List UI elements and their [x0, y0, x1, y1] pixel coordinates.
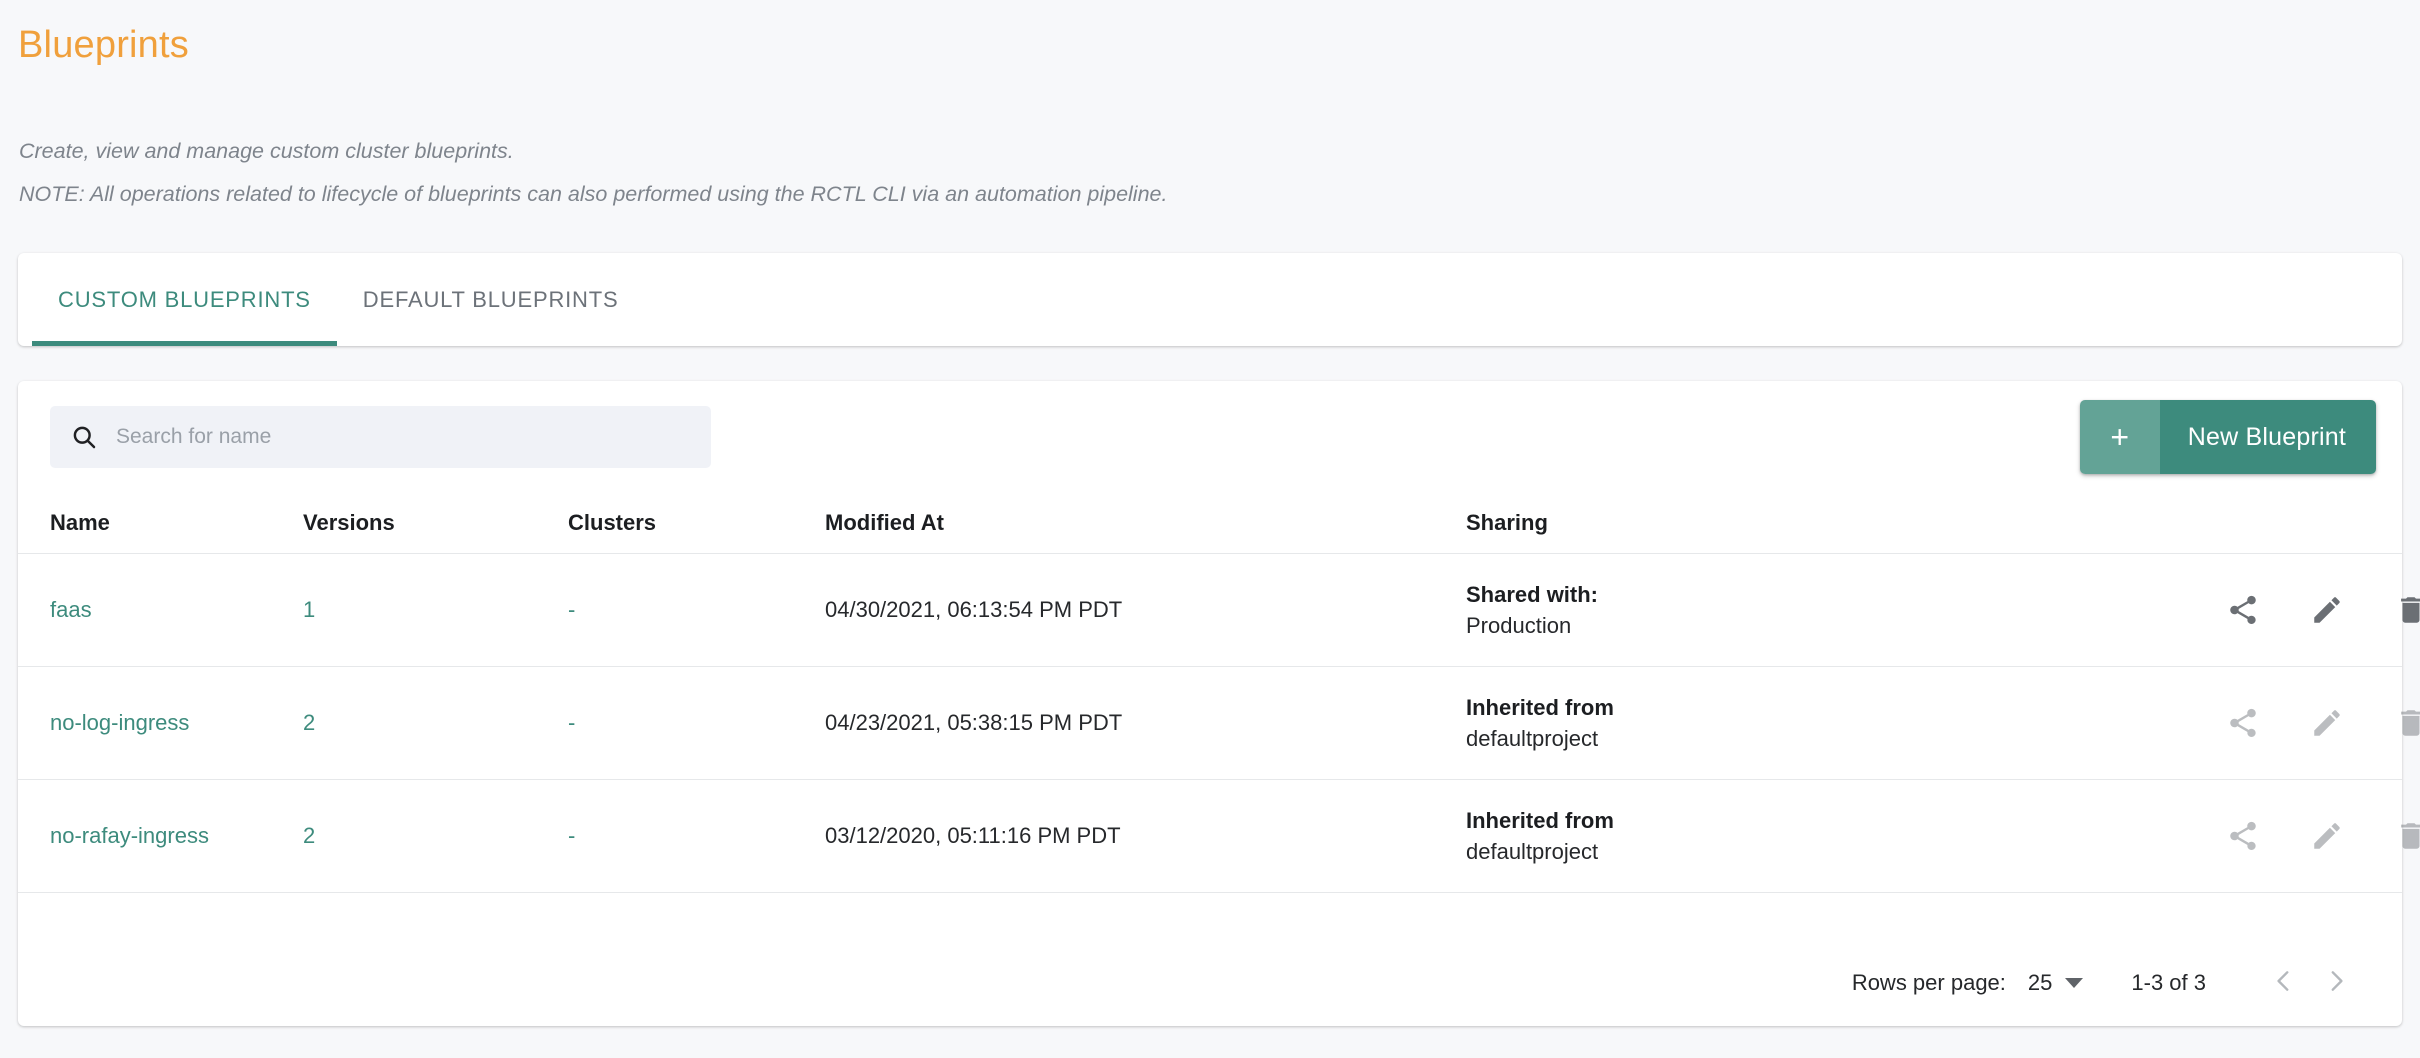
- blueprint-name-link[interactable]: no-log-ingress: [50, 710, 189, 735]
- page-description: Create, view and manage custom cluster b…: [19, 130, 1167, 216]
- blueprint-name-link[interactable]: no-rafay-ingress: [50, 823, 209, 848]
- new-blueprint-button[interactable]: + New Blueprint: [2079, 400, 2376, 474]
- chevron-down-icon: [2065, 977, 2084, 988]
- table-header-row: Name Versions Clusters Modified At Shari…: [18, 493, 2402, 554]
- versions-link[interactable]: 2: [303, 710, 315, 735]
- clusters-value[interactable]: -: [568, 710, 575, 735]
- search-input[interactable]: [116, 406, 711, 468]
- tab-default-blueprints[interactable]: DEFAULT BLUEPRINTS: [337, 253, 645, 346]
- clusters-value[interactable]: -: [568, 823, 575, 848]
- delete-trash-icon: [2394, 706, 2420, 740]
- chevron-right-icon: [2323, 968, 2349, 997]
- page-description-line-2: NOTE: All operations related to lifecycl…: [19, 182, 1168, 206]
- new-blueprint-button-label: New Blueprint: [2159, 400, 2376, 474]
- delete-trash-icon: [2394, 819, 2420, 853]
- page-title: Blueprints: [18, 24, 189, 66]
- cell-clusters: -: [568, 823, 825, 849]
- table-row: no-log-ingress 2 - 04/23/2021, 05:38:15 …: [18, 667, 2420, 780]
- rows-per-page-select[interactable]: 25: [2027, 969, 2084, 996]
- search-box[interactable]: [50, 406, 711, 468]
- previous-page-button[interactable]: [2258, 957, 2310, 1009]
- table-pagination: Rows per page: 25 1-3 of 3: [18, 939, 2402, 1026]
- cell-versions: 1: [303, 597, 568, 623]
- sharing-value: Production: [1466, 613, 1572, 638]
- cell-versions: 2: [303, 710, 568, 736]
- cell-versions: 2: [303, 823, 568, 849]
- tabs-bar: CUSTOM BLUEPRINTS DEFAULT BLUEPRINTS: [18, 253, 2402, 346]
- cell-modified-at: 03/12/2020, 05:11:16 PM PDT: [825, 823, 1121, 848]
- table-row: faas 1 - 04/30/2021, 06:13:54 PM PDT Sha…: [18, 554, 2420, 667]
- cell-name: faas: [50, 597, 303, 623]
- edit-pencil-icon: [2310, 706, 2344, 740]
- cell-name: no-rafay-ingress: [50, 823, 303, 849]
- blueprints-panel: + New Blueprint Name Versions Clusters M…: [18, 381, 2420, 1026]
- sharing-title: Inherited from: [1466, 695, 1614, 720]
- search-icon: [70, 423, 98, 451]
- column-header-modified-at: Modified At: [825, 510, 944, 535]
- plus-icon: +: [2079, 400, 2160, 474]
- share-icon: [2226, 706, 2260, 740]
- tab-default-blueprints-label: DEFAULT BLUEPRINTS: [362, 286, 619, 312]
- column-header-name: Name: [50, 510, 110, 535]
- delete-trash-icon[interactable]: [2394, 593, 2420, 627]
- rows-per-page-label: Rows per page:: [1851, 969, 2006, 995]
- cell-modified-at: 04/23/2021, 05:38:15 PM PDT: [825, 710, 1123, 735]
- cell-actions: [2206, 706, 2420, 740]
- rows-per-page-value: 25: [2027, 969, 2053, 995]
- blueprints-page: Blueprints Create, view and manage custo…: [0, 0, 2420, 1058]
- next-page-button[interactable]: [2310, 957, 2362, 1009]
- column-header-sharing: Sharing: [1466, 510, 1548, 535]
- versions-link[interactable]: 1: [303, 597, 315, 622]
- cell-sharing: Inherited from defaultproject: [1466, 805, 2206, 867]
- cell-actions: [2206, 819, 2420, 853]
- cell-modified-at: 04/30/2021, 06:13:54 PM PDT: [825, 597, 1123, 622]
- blueprints-table: Name Versions Clusters Modified At Shari…: [18, 493, 2420, 893]
- tab-custom-blueprints-label: CUSTOM BLUEPRINTS: [58, 286, 311, 312]
- chevron-left-icon: [2271, 968, 2297, 997]
- cell-name: no-log-ingress: [50, 710, 303, 736]
- versions-link[interactable]: 2: [303, 823, 315, 848]
- page-description-line-1: Create, view and manage custom cluster b…: [19, 139, 514, 163]
- share-icon[interactable]: [2226, 593, 2260, 627]
- cell-clusters: -: [568, 597, 825, 623]
- pagination-range-label: 1-3 of 3: [2131, 969, 2206, 995]
- clusters-value[interactable]: -: [568, 597, 575, 622]
- sharing-value: defaultproject: [1466, 726, 1599, 751]
- cell-actions: [2206, 593, 2420, 627]
- blueprint-name-link[interactable]: faas: [50, 597, 92, 622]
- sharing-title: Inherited from: [1466, 808, 1614, 833]
- table-row: no-rafay-ingress 2 - 03/12/2020, 05:11:1…: [18, 780, 2420, 893]
- cell-sharing: Shared with: Production: [1466, 579, 2206, 641]
- sharing-title: Shared with:: [1466, 582, 1599, 607]
- edit-pencil-icon: [2310, 819, 2344, 853]
- edit-pencil-icon[interactable]: [2310, 593, 2344, 627]
- sharing-value: defaultproject: [1466, 839, 1599, 864]
- cell-clusters: -: [568, 710, 825, 736]
- tab-custom-blueprints[interactable]: CUSTOM BLUEPRINTS: [32, 253, 337, 346]
- share-icon: [2226, 819, 2260, 853]
- column-header-clusters: Clusters: [568, 510, 657, 535]
- column-header-versions: Versions: [303, 510, 395, 535]
- cell-sharing: Inherited from defaultproject: [1466, 692, 2206, 754]
